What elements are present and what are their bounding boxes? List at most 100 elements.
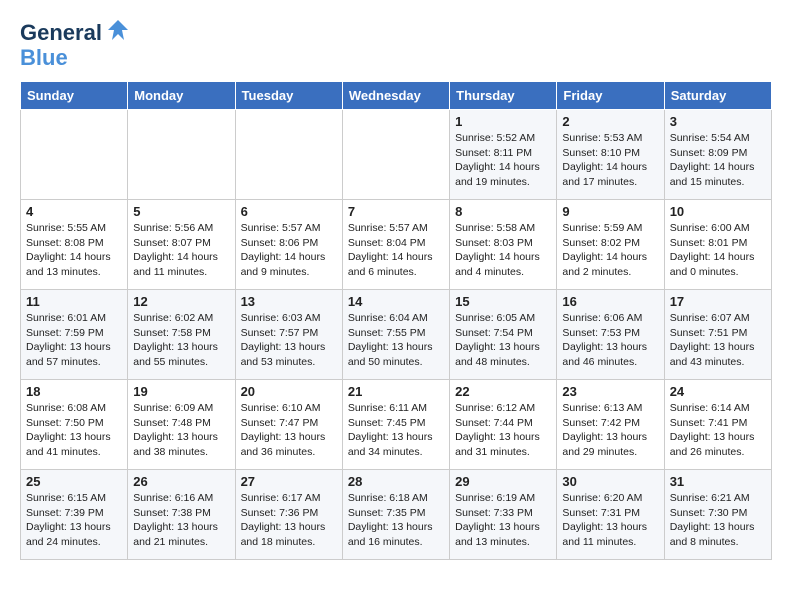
- calendar-cell: 9Sunrise: 5:59 AMSunset: 8:02 PMDaylight…: [557, 200, 664, 290]
- calendar-cell: 18 Sunrise: 6:08 AMSunset: 7:50 PMDayligh…: [21, 380, 128, 470]
- calendar-cell: 31 Sunrise: 6:21 AMSunset: 7:30 PMDayligh…: [664, 470, 771, 560]
- day-info: Sunrise: 5:58 AMSunset: 8:03 PMDaylight:…: [455, 221, 551, 280]
- day-info: Sunrise: 6:06 AMSunset: 7:53 PMDaylight:…: [562, 311, 658, 370]
- day-number: 24: [670, 384, 766, 399]
- calendar-cell: 24 Sunrise: 6:14 AMSunset: 7:41 PMDayligh…: [664, 380, 771, 470]
- day-number: 4: [26, 204, 122, 219]
- day-number: 26: [133, 474, 229, 489]
- day-number: 22: [455, 384, 551, 399]
- calendar-cell: 15 Sunrise: 6:05 AMSunset: 7:54 PMDayligh…: [450, 290, 557, 380]
- day-info: Sunrise: 6:02 AMSunset: 7:58 PMDaylight:…: [133, 311, 229, 370]
- day-info: Sunrise: 6:15 AMSunset: 7:39 PMDaylight:…: [26, 491, 122, 550]
- calendar-cell: 14 Sunrise: 6:04 AMSunset: 7:55 PMDayligh…: [342, 290, 449, 380]
- day-number: 28: [348, 474, 444, 489]
- day-number: 17: [670, 294, 766, 309]
- weekday-header-row: SundayMondayTuesdayWednesdayThursdayFrid…: [21, 82, 772, 110]
- day-info: Sunrise: 5:54 AMSunset: 8:09 PMDaylight:…: [670, 131, 766, 190]
- calendar-cell: 30 Sunrise: 6:20 AMSunset: 7:31 PMDayligh…: [557, 470, 664, 560]
- calendar-cell: 23 Sunrise: 6:13 AMSunset: 7:42 PMDayligh…: [557, 380, 664, 470]
- logo-bird-icon: [104, 16, 132, 49]
- day-number: 10: [670, 204, 766, 219]
- day-info: Sunrise: 6:09 AMSunset: 7:48 PMDaylight:…: [133, 401, 229, 460]
- day-number: 5: [133, 204, 229, 219]
- day-number: 20: [241, 384, 337, 399]
- day-info: Sunrise: 6:14 AMSunset: 7:41 PMDaylight:…: [670, 401, 766, 460]
- calendar-cell: 25 Sunrise: 6:15 AMSunset: 7:39 PMDayligh…: [21, 470, 128, 560]
- weekday-header-sunday: Sunday: [21, 82, 128, 110]
- calendar-cell: 16Sunrise: 6:06 AMSunset: 7:53 PMDayligh…: [557, 290, 664, 380]
- calendar-cell: [21, 110, 128, 200]
- day-info: Sunrise: 5:55 AMSunset: 8:08 PMDaylight:…: [26, 221, 122, 280]
- day-number: 29: [455, 474, 551, 489]
- day-info: Sunrise: 6:00 AMSunset: 8:01 PMDaylight:…: [670, 221, 766, 280]
- calendar-cell: 11Sunrise: 6:01 AMSunset: 7:59 PMDayligh…: [21, 290, 128, 380]
- day-number: 19: [133, 384, 229, 399]
- calendar-cell: 27 Sunrise: 6:17 AMSunset: 7:36 PMDayligh…: [235, 470, 342, 560]
- day-info: Sunrise: 6:10 AMSunset: 7:47 PMDaylight:…: [241, 401, 337, 460]
- day-number: 2: [562, 114, 658, 129]
- day-number: 11: [26, 294, 122, 309]
- day-number: 14: [348, 294, 444, 309]
- day-info: Sunrise: 5:52 AMSunset: 8:11 PMDaylight:…: [455, 131, 551, 190]
- day-info: Sunrise: 6:13 AMSunset: 7:42 PMDaylight:…: [562, 401, 658, 460]
- day-info: Sunrise: 6:20 AMSunset: 7:31 PMDaylight:…: [562, 491, 658, 550]
- day-info: Sunrise: 6:07 AMSunset: 7:51 PMDaylight:…: [670, 311, 766, 370]
- weekday-header-tuesday: Tuesday: [235, 82, 342, 110]
- calendar-cell: [128, 110, 235, 200]
- day-info: Sunrise: 6:16 AMSunset: 7:38 PMDaylight:…: [133, 491, 229, 550]
- day-info: Sunrise: 6:18 AMSunset: 7:35 PMDaylight:…: [348, 491, 444, 550]
- day-number: 1: [455, 114, 551, 129]
- logo-general: General: [20, 20, 102, 46]
- day-info: Sunrise: 6:04 AMSunset: 7:55 PMDaylight:…: [348, 311, 444, 370]
- day-number: 3: [670, 114, 766, 129]
- weekday-header-monday: Monday: [128, 82, 235, 110]
- calendar-cell: 8 Sunrise: 5:58 AMSunset: 8:03 PMDaylight…: [450, 200, 557, 290]
- day-number: 27: [241, 474, 337, 489]
- day-number: 25: [26, 474, 122, 489]
- calendar-cell: 6Sunrise: 5:57 AMSunset: 8:06 PMDaylight…: [235, 200, 342, 290]
- day-number: 23: [562, 384, 658, 399]
- day-info: Sunrise: 5:53 AMSunset: 8:10 PMDaylight:…: [562, 131, 658, 190]
- calendar-cell: 3 Sunrise: 5:54 AMSunset: 8:09 PMDaylight…: [664, 110, 771, 200]
- day-number: 15: [455, 294, 551, 309]
- day-info: Sunrise: 6:21 AMSunset: 7:30 PMDaylight:…: [670, 491, 766, 550]
- calendar-cell: 7Sunrise: 5:57 AMSunset: 8:04 PMDaylight…: [342, 200, 449, 290]
- logo: General Blue: [20, 16, 132, 71]
- day-number: 21: [348, 384, 444, 399]
- calendar-cell: 5 Sunrise: 5:56 AMSunset: 8:07 PMDaylight…: [128, 200, 235, 290]
- weekday-header-wednesday: Wednesday: [342, 82, 449, 110]
- calendar-cell: [342, 110, 449, 200]
- day-info: Sunrise: 6:11 AMSunset: 7:45 PMDaylight:…: [348, 401, 444, 460]
- calendar-cell: 26 Sunrise: 6:16 AMSunset: 7:38 PMDayligh…: [128, 470, 235, 560]
- day-number: 8: [455, 204, 551, 219]
- day-info: Sunrise: 6:08 AMSunset: 7:50 PMDaylight:…: [26, 401, 122, 460]
- day-number: 31: [670, 474, 766, 489]
- calendar-cell: 12 Sunrise: 6:02 AMSunset: 7:58 PMDayligh…: [128, 290, 235, 380]
- calendar-cell: 2 Sunrise: 5:53 AMSunset: 8:10 PMDaylight…: [557, 110, 664, 200]
- weekday-header-thursday: Thursday: [450, 82, 557, 110]
- day-number: 18: [26, 384, 122, 399]
- day-number: 12: [133, 294, 229, 309]
- weekday-header-saturday: Saturday: [664, 82, 771, 110]
- day-number: 9: [562, 204, 658, 219]
- calendar-cell: 17 Sunrise: 6:07 AMSunset: 7:51 PMDayligh…: [664, 290, 771, 380]
- day-number: 30: [562, 474, 658, 489]
- day-info: Sunrise: 6:03 AMSunset: 7:57 PMDaylight:…: [241, 311, 337, 370]
- day-info: Sunrise: 5:56 AMSunset: 8:07 PMDaylight:…: [133, 221, 229, 280]
- calendar-cell: 22Sunrise: 6:12 AMSunset: 7:44 PMDayligh…: [450, 380, 557, 470]
- week-row-2: 4 Sunrise: 5:55 AMSunset: 8:08 PMDaylight…: [21, 200, 772, 290]
- calendar-cell: 28 Sunrise: 6:18 AMSunset: 7:35 PMDayligh…: [342, 470, 449, 560]
- calendar-cell: 1 Sunrise: 5:52 AMSunset: 8:11 PMDaylight…: [450, 110, 557, 200]
- calendar-cell: 29Sunrise: 6:19 AMSunset: 7:33 PMDayligh…: [450, 470, 557, 560]
- day-info: Sunrise: 6:05 AMSunset: 7:54 PMDaylight:…: [455, 311, 551, 370]
- logo-blue: Blue: [20, 45, 68, 71]
- week-row-3: 11Sunrise: 6:01 AMSunset: 7:59 PMDayligh…: [21, 290, 772, 380]
- day-number: 13: [241, 294, 337, 309]
- week-row-5: 25 Sunrise: 6:15 AMSunset: 7:39 PMDayligh…: [21, 470, 772, 560]
- calendar-cell: 20 Sunrise: 6:10 AMSunset: 7:47 PMDayligh…: [235, 380, 342, 470]
- day-number: 6: [241, 204, 337, 219]
- calendar-table: SundayMondayTuesdayWednesdayThursdayFrid…: [20, 81, 772, 560]
- day-number: 7: [348, 204, 444, 219]
- calendar-cell: 13 Sunrise: 6:03 AMSunset: 7:57 PMDayligh…: [235, 290, 342, 380]
- day-info: Sunrise: 6:17 AMSunset: 7:36 PMDaylight:…: [241, 491, 337, 550]
